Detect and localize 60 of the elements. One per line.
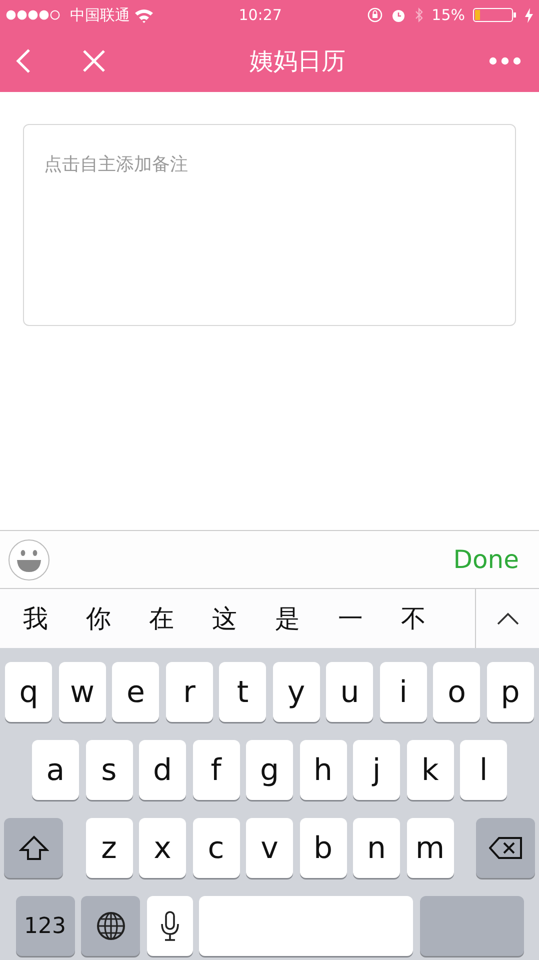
status-time: 10:27 <box>238 6 282 24</box>
candidate-word[interactable]: 我 <box>4 600 67 638</box>
letter-key[interactable]: q <box>5 662 52 722</box>
microphone-icon <box>160 911 180 941</box>
letter-key[interactable]: y <box>272 662 320 722</box>
letter-key[interactable]: d <box>139 740 186 800</box>
letter-key[interactable]: m <box>406 818 454 878</box>
letter-key[interactable]: x <box>139 818 186 878</box>
shift-icon <box>18 835 48 861</box>
letter-key[interactable]: o <box>433 662 480 722</box>
more-button[interactable] <box>489 57 521 65</box>
numbers-key[interactable]: 123 <box>16 896 74 956</box>
note-field[interactable]: 点击自主添加备注 <box>23 124 516 326</box>
charging-icon <box>525 8 533 22</box>
letter-key[interactable]: p <box>486 662 534 722</box>
emoji-button[interactable] <box>8 538 50 580</box>
letter-key[interactable]: r <box>166 662 213 722</box>
battery-percent: 15% <box>432 4 465 26</box>
backspace-icon <box>488 836 522 860</box>
carrier-name: 中国联通 <box>70 4 130 26</box>
battery-icon <box>473 7 517 23</box>
letter-key[interactable]: j <box>353 740 400 800</box>
letter-key[interactable]: w <box>58 662 106 722</box>
letter-key[interactable]: a <box>32 740 79 800</box>
close-button[interactable] <box>82 49 106 73</box>
letter-key[interactable]: g <box>246 740 293 800</box>
letter-key[interactable]: h <box>300 740 346 800</box>
letter-key[interactable]: b <box>300 818 346 878</box>
rotation-lock-icon <box>366 7 383 23</box>
bluetooth-icon <box>414 7 424 23</box>
letter-key[interactable]: v <box>246 818 293 878</box>
letter-key[interactable]: s <box>86 740 132 800</box>
page-title: 姨妈日历 <box>250 46 346 77</box>
more-icon <box>489 57 521 65</box>
letter-key[interactable]: l <box>460 740 507 800</box>
alarm-icon <box>390 8 406 22</box>
wifi-icon <box>134 8 154 22</box>
candidate-word[interactable]: 你 <box>67 600 130 638</box>
globe-key[interactable] <box>81 896 140 956</box>
letter-key[interactable]: f <box>192 740 240 800</box>
candidate-word[interactable]: 是 <box>256 600 319 638</box>
letter-key[interactable]: u <box>326 662 374 722</box>
letter-key[interactable]: i <box>380 662 427 722</box>
chevron-up-icon <box>496 612 520 626</box>
letter-key[interactable]: n <box>353 818 400 878</box>
candidate-word[interactable]: 不 <box>382 600 445 638</box>
letter-key[interactable]: c <box>192 818 240 878</box>
shift-key[interactable] <box>4 818 63 878</box>
smiley-icon <box>8 538 50 580</box>
letter-key[interactable]: k <box>406 740 454 800</box>
letter-key[interactable]: e <box>112 662 160 722</box>
letter-key[interactable]: z <box>86 818 132 878</box>
delete-key[interactable] <box>476 818 535 878</box>
candidate-word[interactable]: 这 <box>193 600 256 638</box>
candidate-word[interactable]: 在 <box>130 600 193 638</box>
microphone-key[interactable] <box>146 896 192 956</box>
close-icon <box>82 49 106 73</box>
globe-icon <box>96 911 126 941</box>
candidate-word[interactable]: 一 <box>319 600 382 638</box>
letter-key[interactable]: t <box>219 662 266 722</box>
